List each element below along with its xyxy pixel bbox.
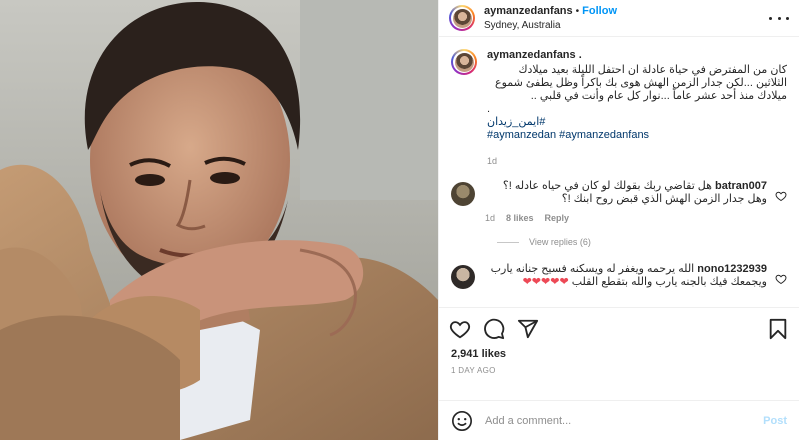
author-avatar[interactable] (449, 5, 475, 31)
comment-likes[interactable]: 8 likes (506, 213, 534, 223)
caption-time[interactable]: 1d (487, 156, 787, 166)
instagram-post: aymanzedanfans • Follow Sydney, Australia … (0, 0, 799, 440)
more-horizontal-icon[interactable] (769, 11, 789, 25)
caption-avatar[interactable] (451, 49, 477, 75)
smiley-icon[interactable] (451, 410, 473, 432)
post-photo[interactable] (0, 0, 438, 440)
separator-dot: • (575, 6, 580, 17)
hashtag-arabic[interactable]: #ايمن_زيدان (487, 116, 787, 129)
post-actions: 2,941 likes 1 DAY AGO (439, 307, 799, 400)
caption-username[interactable]: aymanzedanfans . (487, 49, 787, 61)
reply-button[interactable]: Reply (545, 213, 570, 223)
comment-icon[interactable] (483, 318, 505, 340)
add-comment-bar: Post (439, 400, 799, 440)
commenter-username[interactable]: batran007 (715, 180, 767, 192)
post-location[interactable]: Sydney, Australia (484, 19, 769, 33)
caption-text: كان من المفترض في حياة عادلة ان احتفل ال… (495, 64, 787, 102)
caption-body: aymanzedanfans . كان من المفترض في حياة … (487, 49, 787, 166)
heart-icon[interactable] (449, 318, 471, 340)
view-replies-button[interactable]: View replies (6) (497, 237, 787, 247)
caption: aymanzedanfans . كان من المفترض في حياة … (451, 49, 787, 166)
follow-button[interactable]: Follow (582, 5, 617, 17)
paper-plane-icon[interactable] (517, 318, 539, 340)
commenter-username[interactable]: nono1232939 (697, 263, 767, 275)
caption-dot: . (487, 103, 491, 115)
likes-count[interactable]: 2,941 likes (451, 348, 789, 360)
post-header: aymanzedanfans • Follow Sydney, Australia (439, 0, 799, 37)
commenter-avatar[interactable] (451, 182, 475, 206)
comment-input[interactable] (485, 414, 764, 427)
comment-time[interactable]: 1d (485, 213, 495, 223)
bookmark-icon[interactable] (767, 318, 789, 340)
commenter-avatar[interactable] (451, 265, 475, 289)
post-comment-button[interactable]: Post (763, 415, 787, 427)
portrait-image (0, 0, 438, 440)
comment-body: batran007 هل تقاضي ربك بقولك لو كان في ح… (485, 180, 767, 223)
comment-item: batran007 هل تقاضي ربك بقولك لو كان في ح… (451, 180, 787, 223)
post-side-panel: aymanzedanfans • Follow Sydney, Australia … (438, 0, 799, 440)
author-info: aymanzedanfans • Follow Sydney, Australia (484, 3, 769, 33)
post-date[interactable]: 1 DAY AGO (451, 366, 789, 375)
comment-meta: 1d 8 likes Reply (485, 213, 767, 223)
comment-heart-icon[interactable] (775, 273, 787, 285)
hashtags[interactable]: #aymanzedan #aymanzedanfans (487, 129, 787, 142)
action-icons (449, 314, 789, 344)
author-username[interactable]: aymanzedanfans (484, 5, 573, 17)
red-hearts: ❤❤❤❤❤ (522, 276, 569, 288)
view-replies-label: View replies (6) (529, 237, 591, 247)
replies-line (497, 241, 519, 243)
comment-item: nono1232939 الله يرحمه ويغفر له ويسكنه ف… (451, 263, 787, 289)
comment-body: nono1232939 الله يرحمه ويغفر له ويسكنه ف… (485, 263, 767, 289)
comment-heart-icon[interactable] (775, 190, 787, 202)
comments-section[interactable]: aymanzedanfans . كان من المفترض في حياة … (439, 37, 799, 307)
